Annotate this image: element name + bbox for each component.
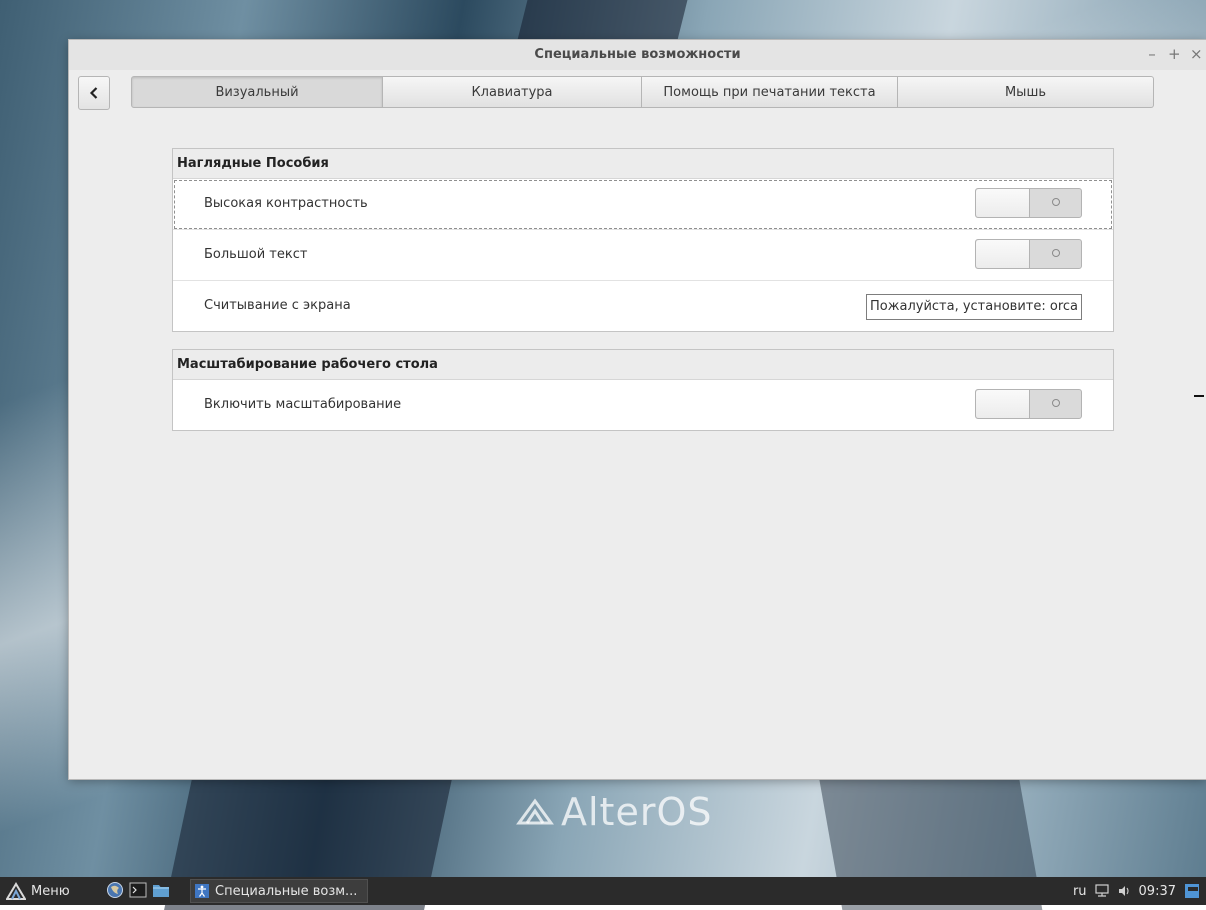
browser-launcher[interactable] — [106, 881, 124, 899]
install-orca-note: Пожалуйста, установите: orca — [866, 294, 1082, 320]
large-text-toggle[interactable] — [975, 239, 1082, 269]
globe-icon — [107, 882, 123, 898]
alteros-logo-icon — [516, 798, 554, 825]
back-button[interactable] — [78, 76, 110, 110]
file-manager-launcher[interactable] — [152, 881, 170, 899]
enable-zoom-toggle[interactable] — [975, 389, 1082, 419]
off-indicator-icon — [1052, 198, 1060, 206]
keyboard-layout-indicator[interactable]: ru — [1073, 884, 1087, 899]
toggle-knob — [976, 240, 1030, 268]
accessibility-window: Специальные возможности – + × Визуальный… — [69, 40, 1206, 779]
volume-icon[interactable] — [1117, 884, 1131, 898]
row-high-contrast: Высокая контрастность — [173, 179, 1113, 230]
close-button[interactable]: × — [1190, 45, 1203, 63]
row-label: Большой текст — [204, 247, 308, 262]
toggle-knob — [976, 189, 1030, 217]
os-brand-logo: AlterOS — [515, 782, 745, 842]
window-controls: – + × — [1146, 45, 1202, 63]
brand-text: AlterOS — [561, 790, 713, 834]
minimize-button[interactable]: – — [1146, 45, 1158, 63]
section-header: Наглядные Пособия — [173, 149, 1113, 179]
clock[interactable]: 09:37 — [1139, 884, 1176, 899]
start-menu-button[interactable]: Меню — [6, 877, 70, 905]
row-label: Включить масштабирование — [204, 397, 402, 412]
off-indicator-icon — [1052, 399, 1060, 407]
system-tray: ru 09:37 — [1073, 877, 1200, 905]
off-indicator-icon — [1052, 249, 1060, 257]
toggle-knob — [976, 390, 1030, 418]
window-title: Специальные возможности — [534, 47, 741, 62]
tab-bar: Визуальный Клавиатура Помощь при печатан… — [131, 76, 1154, 108]
row-label: Считывание с экрана — [204, 298, 351, 313]
row-label: Высокая контрастность — [204, 196, 368, 211]
titlebar[interactable]: Специальные возможности – + × — [69, 40, 1206, 70]
quick-launch — [106, 881, 170, 899]
terminal-icon — [129, 882, 147, 898]
alteros-menu-icon — [6, 882, 26, 900]
row-screen-reader: Считывание с экрана Пожалуйста, установи… — [173, 281, 1113, 331]
tab-keyboard[interactable]: Клавиатура — [383, 76, 642, 108]
section-desktop-zoom: Масштабирование рабочего стола Включить … — [172, 349, 1114, 431]
accessibility-icon — [195, 884, 209, 898]
folder-icon — [153, 885, 169, 897]
section-header: Масштабирование рабочего стола — [173, 350, 1113, 380]
taskbar: Меню Специальные возм... ru 09:37 — [0, 877, 1206, 905]
maximize-button[interactable]: + — [1168, 45, 1181, 63]
section-visual-aids: Наглядные Пособия Высокая контрастность … — [172, 148, 1114, 332]
tab-typing-assist[interactable]: Помощь при печатании текста — [642, 76, 898, 108]
chevron-left-icon — [89, 87, 98, 99]
network-icon[interactable] — [1094, 884, 1109, 898]
tab-visual[interactable]: Визуальный — [131, 76, 383, 108]
mouse-cursor — [1194, 395, 1204, 397]
high-contrast-toggle[interactable] — [975, 188, 1082, 218]
tab-mouse[interactable]: Мышь — [898, 76, 1154, 108]
row-large-text: Большой текст — [173, 230, 1113, 281]
task-label: Специальные возм... — [215, 883, 358, 899]
row-enable-zoom: Включить масштабирование — [173, 380, 1113, 430]
menu-label: Меню — [31, 883, 70, 899]
terminal-launcher[interactable] — [129, 881, 147, 899]
taskbar-task-accessibility[interactable]: Специальные возм... — [190, 879, 368, 903]
show-desktop-icon[interactable] — [1184, 882, 1200, 900]
